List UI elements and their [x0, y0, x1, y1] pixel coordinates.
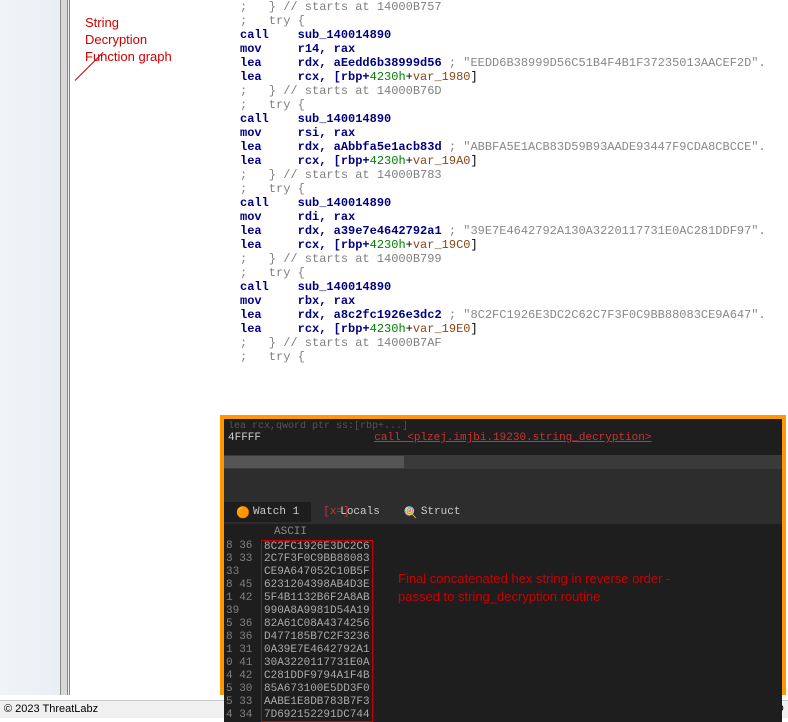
disasm-line[interactable]: call sub_140014890 — [240, 28, 788, 42]
scroll-thumb[interactable] — [224, 456, 404, 468]
debugger-addr: 4FFFF — [228, 432, 261, 444]
hex-ascii: 85A673100E5DD3F0 — [261, 683, 373, 696]
tab-struct[interactable]: 🍭 Struct — [392, 502, 473, 522]
disasm-line[interactable]: lea rcx, [rbp+4230h+var_19E0] — [240, 322, 788, 336]
disasm-line[interactable]: lea rcx, [rbp+4230h+var_1980] — [240, 70, 788, 84]
hex-row[interactable]: 3 332C7F3F0C9BB88083 — [226, 553, 782, 566]
hex-row[interactable]: 4 347D692152291DC744 — [226, 709, 782, 722]
annotation-bottom: Final concatenated hex string in reverse… — [398, 570, 670, 606]
hex-addr: 4 42 — [226, 670, 261, 683]
disasm-line[interactable]: ; } // starts at 14000B7AF — [240, 336, 788, 350]
locals-icon: [x=] — [323, 506, 335, 518]
tab-watch-1[interactable]: 🟠 Watch 1 — [224, 502, 311, 522]
hex-ascii: D477185B7C2F3236 — [261, 631, 373, 644]
hex-row[interactable]: 39990A8A9981D54A19 — [226, 605, 782, 618]
watch-icon: 🟠 — [236, 506, 248, 518]
hex-row[interactable]: 5 3085A673100E5DD3F0 — [226, 683, 782, 696]
disasm-line[interactable]: mov rdi, rax — [240, 210, 788, 224]
hex-ascii: 8C2FC1926E3DC2C6 — [261, 540, 373, 553]
hex-row[interactable]: 1 310A39E7E4642792A1 — [226, 644, 782, 657]
tab-label: Locals — [340, 506, 380, 518]
debugger-tabs: 🟠 Watch 1 [x=] Locals 🍭 Struct — [224, 499, 782, 524]
hex-ascii: 6231204398AB4D3E — [261, 579, 373, 592]
hex-addr: 5 30 — [226, 683, 261, 696]
disasm-line[interactable]: call sub_140014890 — [240, 280, 788, 294]
hex-ascii: 990A8A9981D54A19 — [261, 605, 373, 618]
disasm-line[interactable]: ; } // starts at 14000B76D — [240, 84, 788, 98]
hex-addr: 8 36 — [226, 540, 261, 553]
hex-addr: 39 — [226, 605, 261, 618]
tab-label: Watch 1 — [253, 506, 299, 518]
hex-addr: 8 36 — [226, 631, 261, 644]
disasm-line[interactable]: ; try { — [240, 14, 788, 28]
disasm-line[interactable]: ; } // starts at 14000B783 — [240, 168, 788, 182]
disasm-line[interactable]: ; try { — [240, 98, 788, 112]
minimap-strip[interactable] — [60, 0, 68, 695]
hex-row[interactable]: 8 36D477185B7C2F3236 — [226, 631, 782, 644]
hex-ascii: 82A61C08A4374256 — [261, 618, 373, 631]
disasm-line[interactable]: call sub_140014890 — [240, 112, 788, 126]
hex-ascii: 30A3220117731E0A — [261, 657, 373, 670]
disasm-line[interactable]: call sub_140014890 — [240, 196, 788, 210]
disasm-line[interactable]: ; } // starts at 14000B757 — [240, 0, 788, 14]
debugger-call-line: call <plzej.imjbi.19230.string_decryptio… — [374, 432, 651, 444]
hex-addr: 4 34 — [226, 709, 261, 722]
disasm-line[interactable]: lea rdx, aAbbfa5e1acb83d ; "ABBFA5E1ACB8… — [240, 140, 788, 154]
debugger-panel: lea rcx,qword ptr ss:[rbp+...] 4FFFF cal… — [220, 415, 786, 695]
hex-row[interactable]: 0 4130A3220117731E0A — [226, 657, 782, 670]
hex-dump[interactable]: 8 368C2FC1926E3DC2C63 332C7F3F0C9BB88083… — [224, 540, 782, 722]
hex-row[interactable]: 5 3682A61C08A4374256 — [226, 618, 782, 631]
hex-row[interactable]: 8 368C2FC1926E3DC2C6 — [226, 540, 782, 553]
disasm-line[interactable]: mov rbx, rax — [240, 294, 788, 308]
hex-ascii: 7D692152291DC744 — [261, 709, 373, 722]
disassembly-listing[interactable]: ; } // starts at 14000B757; try {call su… — [240, 0, 788, 415]
disasm-line[interactable]: lea rdx, a39e7e4642792a1 ; "39E7E4642792… — [240, 224, 788, 238]
disasm-line[interactable]: mov rsi, rax — [240, 126, 788, 140]
disasm-line[interactable]: ; try { — [240, 182, 788, 196]
hex-row[interactable]: 5 33AABE1E8DB783B7F3 — [226, 696, 782, 709]
hex-ascii: 2C7F3F0C9BB88083 — [261, 553, 373, 566]
hex-addr: 5 33 — [226, 696, 261, 709]
hex-addr: 5 36 — [226, 618, 261, 631]
hex-ascii: 5F4B1132B6F2A8AB — [261, 592, 373, 605]
hex-addr: 1 42 — [226, 592, 261, 605]
disasm-line[interactable]: mov r14, rax — [240, 42, 788, 56]
disasm-line[interactable]: ; } // starts at 14000B799 — [240, 252, 788, 266]
disasm-line[interactable]: ; try { — [240, 350, 788, 364]
tab-label: Struct — [421, 506, 461, 518]
hex-addr: 33 — [226, 566, 261, 579]
horizontal-scrollbar[interactable] — [224, 455, 782, 469]
disasm-line[interactable]: ; try { — [240, 266, 788, 280]
hex-ascii: CE9A647052C10B5F — [261, 566, 373, 579]
hex-ascii: AABE1E8DB783B7F3 — [261, 696, 373, 709]
hex-ascii: C281DDF9794A1F4B — [261, 670, 373, 683]
disasm-line[interactable]: lea rcx, [rbp+4230h+var_19C0] — [240, 238, 788, 252]
copyright: © 2023 ThreatLabz — [4, 703, 98, 716]
hex-addr: 8 45 — [226, 579, 261, 592]
struct-icon: 🍭 — [404, 506, 416, 518]
hex-ascii: 0A39E7E4642792A1 — [261, 644, 373, 657]
hex-addr: 0 41 — [226, 657, 261, 670]
hex-row[interactable]: 4 42C281DDF9794A1F4B — [226, 670, 782, 683]
debugger-code-line: lea rcx,qword ptr ss:[rbp+...] 4FFFF cal… — [224, 419, 782, 455]
disasm-line[interactable]: lea rcx, [rbp+4230h+var_19A0] — [240, 154, 788, 168]
tab-locals[interactable]: [x=] Locals — [311, 502, 392, 522]
ascii-header: ASCII — [224, 524, 782, 540]
disasm-line[interactable]: lea rdx, a8c2fc1926e3dc2 ; "8C2FC1926E3D… — [240, 308, 788, 322]
hex-addr: 1 31 — [226, 644, 261, 657]
hex-addr: 3 33 — [226, 553, 261, 566]
disasm-line[interactable]: lea rdx, aEedd6b38999d56 ; "EEDD6B38999D… — [240, 56, 788, 70]
